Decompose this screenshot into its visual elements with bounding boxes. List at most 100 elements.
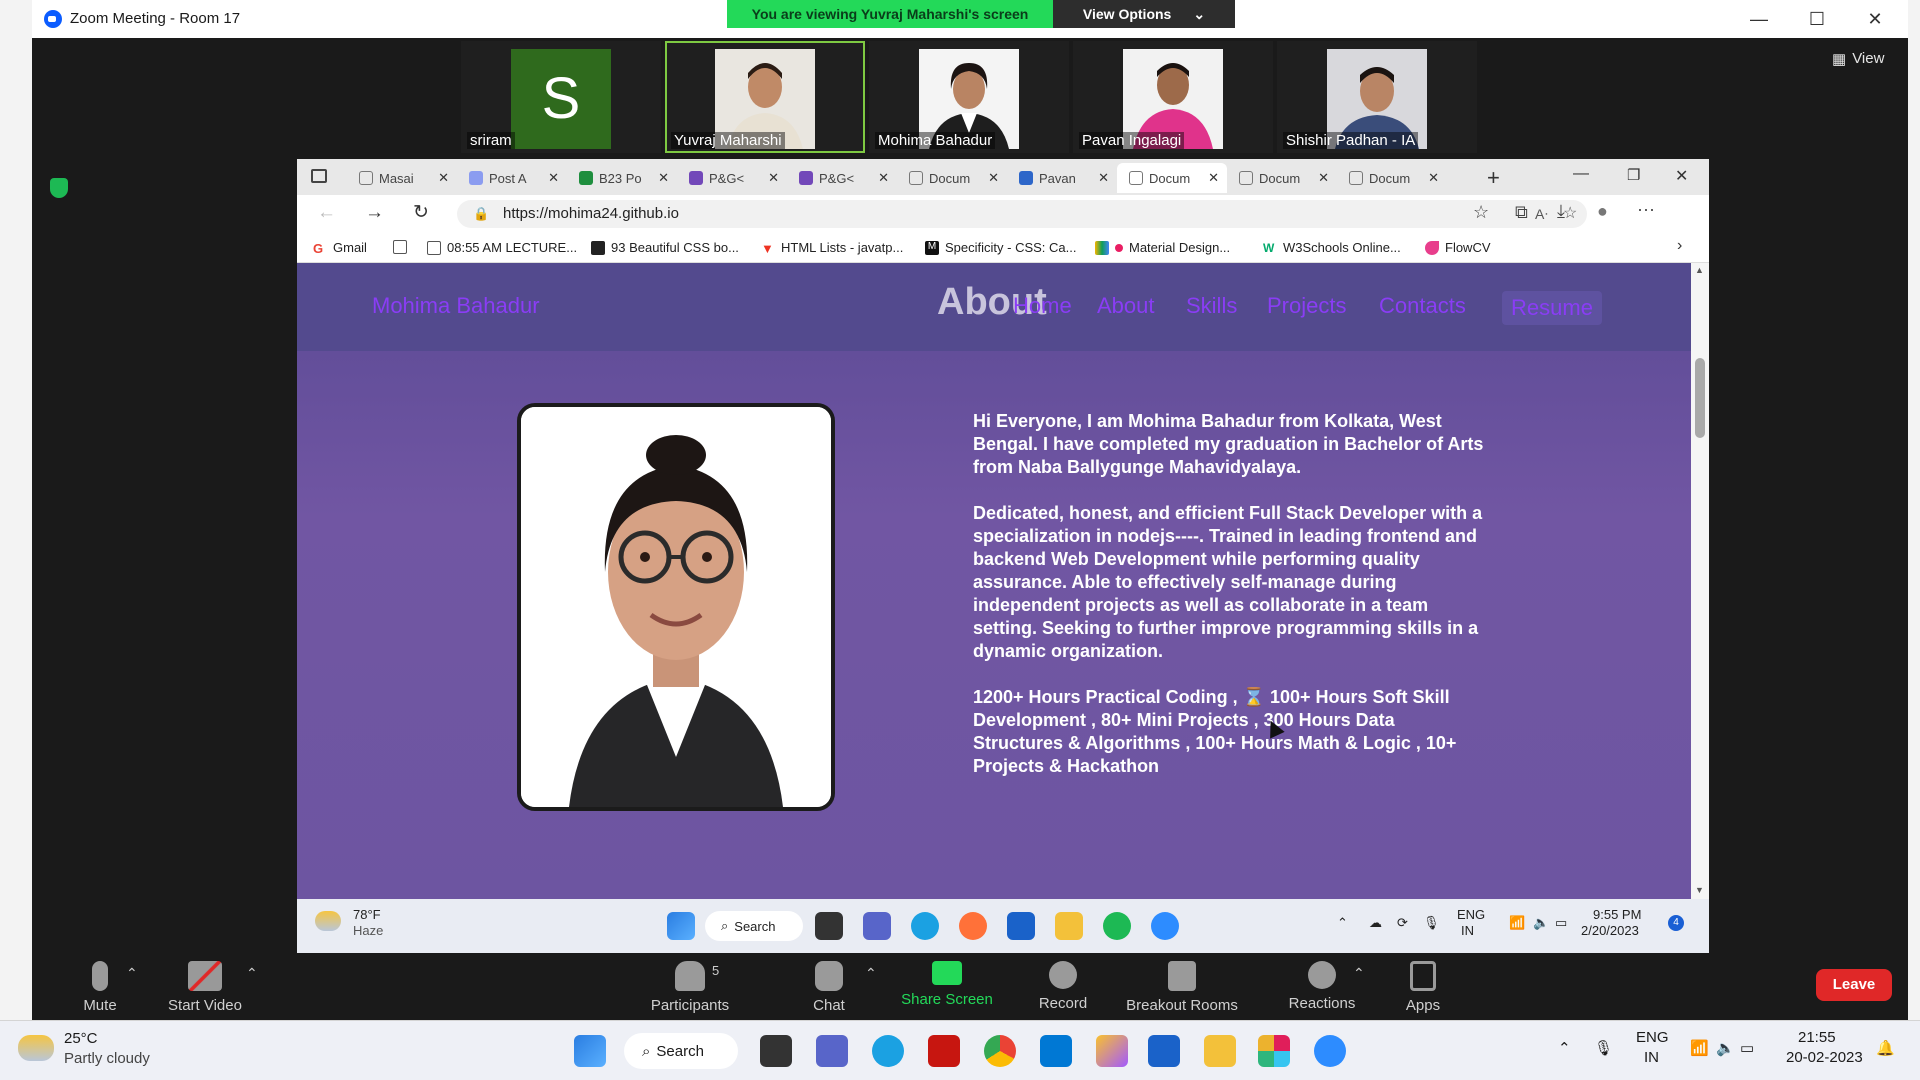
mcafee-icon[interactable] [928,1035,960,1067]
back-icon[interactable]: ← [317,202,336,224]
forward-icon[interactable]: → [365,202,384,224]
task-view-icon[interactable] [815,912,843,940]
close-tab-icon[interactable]: ✕ [548,170,559,186]
wifi-icon[interactable]: 📶 [1509,915,1525,931]
minimize-button[interactable]: — [1739,6,1779,32]
collections-icon[interactable]: ⧉ [1515,202,1528,223]
file-explorer-icon[interactable] [1204,1035,1236,1067]
profile-icon[interactable]: ● [1597,201,1608,222]
taskbar-search[interactable]: ⌕ Search [624,1033,738,1069]
language-top[interactable]: ENG [1636,1029,1669,1046]
clock-time[interactable]: 21:55 [1798,1029,1836,1046]
browser-tab-active[interactable]: Docum ✕ [1117,163,1227,193]
edge-icon[interactable] [911,912,939,940]
downloads-icon[interactable]: ⤓ [1557,201,1565,222]
chevron-up-icon[interactable]: ⌃ [1337,915,1348,931]
participant-tile-active-speaker[interactable]: Yuvraj Maharshi [665,41,865,153]
edge-icon[interactable] [872,1035,904,1067]
participants-button[interactable]: Participants [635,961,745,1014]
chevron-up-icon[interactable]: ⌃ [1353,965,1365,982]
view-button[interactable]: ▦ View [1832,50,1884,68]
participant-tile[interactable]: Pavan Ingalagi [1073,41,1273,153]
windows-start-icon[interactable] [667,912,695,940]
close-tab-icon[interactable]: ✕ [658,170,669,186]
chevron-up-icon[interactable]: ⌃ [865,965,877,982]
bookmark-javatpoint[interactable]: ▼ HTML Lists - javatp... [761,240,903,256]
close-tab-icon[interactable]: ✕ [988,170,999,186]
battery-icon[interactable]: ▭ [1740,1039,1754,1057]
close-tab-icon[interactable]: ✕ [768,170,779,186]
add-favorite-icon[interactable]: ☆ [1563,200,1577,228]
bookmark-mdn[interactable]: M Specificity - CSS: Ca... [925,240,1076,255]
clock-date[interactable]: 2/20/2023 [1581,923,1639,938]
browser-close-button[interactable]: ✕ [1675,166,1688,186]
resume-button[interactable]: Resume [1502,291,1602,325]
zoom-taskbar-icon[interactable] [1314,1035,1346,1067]
nav-home[interactable]: Home [1013,293,1072,319]
firefox-icon[interactable] [959,912,987,940]
weather-temp[interactable]: 25°C [64,1030,98,1047]
participant-tile[interactable]: Shishir Padhan - IA [1277,41,1477,153]
language-bottom[interactable]: IN [1644,1049,1659,1066]
participant-tile[interactable]: Mohima Bahadur [869,41,1069,153]
browser-tab[interactable]: Post A ✕ [457,163,567,193]
scrollbar-thumb[interactable] [1695,358,1705,438]
close-tab-icon[interactable]: ✕ [1318,170,1329,186]
browser-tab[interactable]: Masai ✕ [347,163,457,193]
more-menu-icon[interactable]: ··· [1637,199,1655,220]
bookmark-material[interactable]: Material Design... [1095,240,1230,255]
teams-chat-icon[interactable] [816,1035,848,1067]
browser-tab[interactable]: P&G< ✕ [787,163,897,193]
browser-minimize-button[interactable]: — [1573,165,1589,183]
bookmark-w3schools[interactable]: W W3Schools Online... [1263,240,1401,255]
tab-actions-icon[interactable] [311,169,327,183]
task-view-icon[interactable] [760,1035,792,1067]
leave-button[interactable]: Leave [1816,969,1892,1001]
maximize-button[interactable]: ☐ [1797,6,1837,32]
browser-tab[interactable]: Docum ✕ [897,163,1007,193]
url-input[interactable]: 🔒 https://mohima24.github.io Aᐧ ☆ [457,200,1587,228]
start-video-button[interactable]: Start Video [150,961,260,1014]
browser-restore-button[interactable]: ❐ [1627,166,1640,184]
browser-tab[interactable]: Pavan ✕ [1007,163,1117,193]
record-button[interactable]: Record [1008,961,1118,1012]
taskbar-search[interactable]: ⌕ Search [705,911,803,941]
nav-skills[interactable]: Skills [1186,293,1237,319]
close-tab-icon[interactable]: ✕ [1098,170,1109,186]
share-screen-button[interactable]: Share Screen [892,961,1002,1008]
nav-contacts[interactable]: Contacts [1379,293,1466,319]
language-top[interactable]: ENG [1457,907,1485,922]
browser-tab[interactable]: Docum ✕ [1337,163,1447,193]
view-options-button[interactable]: View Options ⌄ [1053,0,1235,28]
volume-icon[interactable]: 🔈 [1716,1039,1735,1057]
clock-date[interactable]: 20-02-2023 [1786,1049,1863,1066]
sync-icon[interactable]: ⟳ [1397,915,1408,931]
site-brand[interactable]: Mohima Bahadur [372,293,540,319]
nav-projects[interactable]: Projects [1267,293,1346,319]
read-aloud-icon[interactable]: Aᐧ [1535,200,1548,228]
bookmark-lecture[interactable]: 08:55 AM LECTURE... [427,240,577,255]
notification-icon[interactable]: 🔔 [1876,1039,1895,1057]
microphone-icon[interactable]: 🎙 [1423,915,1440,931]
chrome-icon[interactable] [984,1035,1016,1067]
spotify-icon[interactable] [1103,912,1131,940]
close-tab-icon[interactable]: ✕ [878,170,889,186]
close-tab-icon[interactable]: ✕ [1208,170,1219,186]
cloud-icon[interactable]: ☁ [1369,915,1382,931]
vscode-icon[interactable] [1040,1035,1072,1067]
close-tab-icon[interactable]: ✕ [1428,170,1439,186]
slack-icon[interactable] [1258,1035,1290,1067]
chevron-up-icon[interactable]: ⌃ [126,965,138,982]
scroll-up-icon[interactable]: ▲ [1695,265,1704,275]
nav-about[interactable]: About [1097,293,1155,319]
file-explorer-icon[interactable] [1055,912,1083,940]
browser-tab[interactable]: P&G< ✕ [677,163,787,193]
chevron-up-icon[interactable]: ⌃ [1558,1039,1571,1057]
page-scrollbar[interactable]: ▲ ▼ [1691,263,1709,899]
bookmark-css[interactable]: 93 Beautiful CSS bo... [591,240,739,255]
bookmark-gmail[interactable]: G Gmail [313,240,367,256]
browser-tab[interactable]: B23 Po ✕ [567,163,677,193]
favorites-icon[interactable]: ☆ [1473,202,1489,223]
browser-tab[interactable]: Docum ✕ [1227,163,1337,193]
chevron-right-icon[interactable]: › [1677,237,1682,255]
